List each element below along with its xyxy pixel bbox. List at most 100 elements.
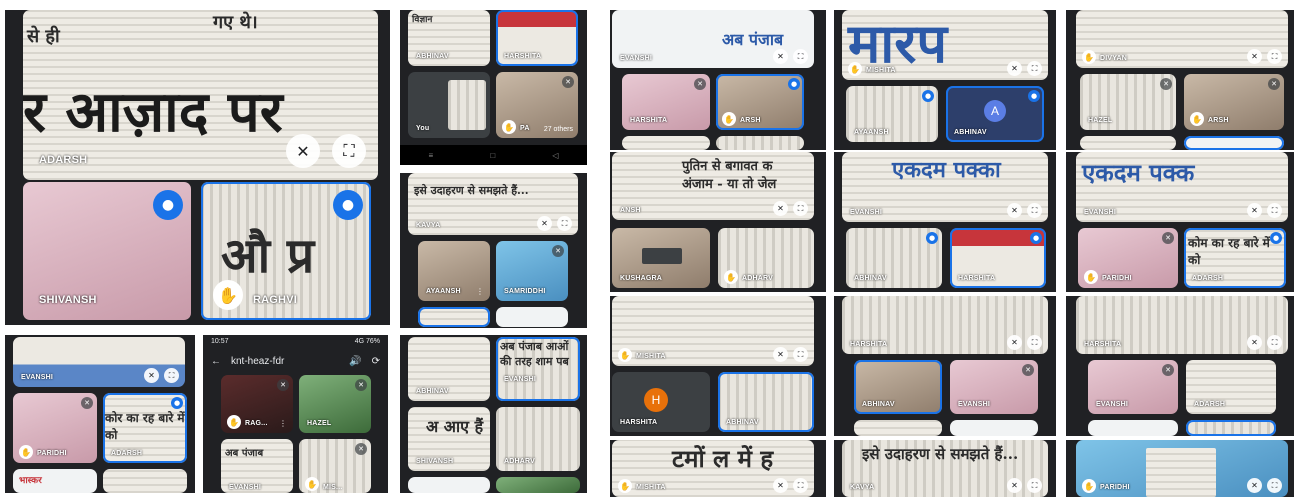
video-tile-partial[interactable]: भास्कर [13,469,97,493]
video-tile-evanshi[interactable]: अब पंजाब EVANSHI [221,439,293,493]
fullscreen-icon[interactable]: ⛶ [164,368,179,383]
video-tile-adarsh[interactable]: गए थे। से ही र आज़ाद पर ADARSH ✕ ⛶ [23,10,378,180]
video-tile-divyan[interactable]: ✋ DIVYAN ✕ ⛶ [1076,10,1288,68]
video-tile-partial[interactable] [1080,136,1176,150]
pin-off-icon[interactable]: ✕ [1007,203,1022,218]
fullscreen-icon[interactable]: ⛶ [1027,478,1042,493]
video-tile-evanshi[interactable]: अब पंजाब EVANSHI ✕ ⛶ [612,10,814,68]
pin-off-icon[interactable]: ✕ [286,134,320,168]
video-tile-mishita[interactable]: टमों ल में ह ✋ MISHITA ✕ ⛶ [612,440,814,497]
pin-off-icon[interactable]: ✕ [1007,478,1022,493]
pin-off-icon[interactable]: ✕ [1247,335,1262,350]
video-tile-evanshi[interactable]: एकदम पक्क EVANSHI ✕ ⛶ [1076,152,1288,222]
pin-off-icon[interactable]: ✕ [773,478,788,493]
fullscreen-icon[interactable]: ⛶ [793,347,808,362]
video-tile-harshita[interactable]: ✕ HARSHITA [622,74,710,130]
fullscreen-icon[interactable]: ⛶ [793,478,808,493]
fullscreen-icon[interactable]: ⛶ [1267,49,1282,64]
video-tile-evanshi[interactable]: एकदम पक्का EVANSHI ✕ ⛶ [842,152,1048,222]
video-tile-abhinav[interactable]: विज्ञान ABHINAV [408,10,490,66]
video-tile-pa[interactable]: ✕ ✋ PA 27 others [496,72,578,138]
video-tile-adarsh[interactable]: ADARSH [1186,360,1276,414]
video-tile-partial[interactable] [496,477,580,493]
video-tile-kushagra[interactable]: KUSHAGRA [612,228,710,288]
video-tile-paridhi[interactable]: ✕ ✋ PARIDHI [1078,228,1178,288]
fullscreen-icon[interactable]: ⛶ [1267,478,1282,493]
video-tile-mis[interactable]: ✕ ✋ MIS... [299,439,371,493]
video-tile-harshita[interactable]: HARSHITA ✕ ⛶ [842,296,1048,354]
video-tile-evanshi[interactable]: अब पंजाब आओं की तरह शाम पब EVANSHI [496,337,580,401]
video-tile-kavya[interactable]: इसे उदाहरण से समझते हैं... KAVYA ✕ ⛶ [408,173,578,235]
pin-off-icon[interactable]: ✕ [1007,61,1022,76]
fullscreen-icon[interactable]: ⛶ [793,201,808,216]
video-tile-arsh[interactable]: ● ✋ ARSH [716,74,804,130]
video-tile-adarsh[interactable]: कोर का रह बारे में को ● ADARSH [103,393,187,463]
pin-off-icon[interactable]: ✕ [144,368,159,383]
video-tile-partial[interactable] [854,420,942,436]
video-tile-adharv[interactable]: ADHARV [496,407,580,471]
fullscreen-icon[interactable]: ⛶ [793,49,808,64]
fullscreen-icon[interactable]: ⛶ [1027,61,1042,76]
fullscreen-icon[interactable]: ⛶ [1027,203,1042,218]
video-tile-paridhi[interactable]: ✋ PARIDHI ✕ ⛶ [1076,440,1288,497]
video-tile-harshita[interactable]: H HARSHITA [612,372,710,432]
video-tile-partial[interactable] [496,307,568,327]
video-tile-paridhi[interactable]: ✕ ✋ PARIDHI [13,393,97,463]
video-tile-you[interactable]: You [408,72,490,138]
back-arrow-icon[interactable]: ← [211,356,221,367]
speaker-icon[interactable]: 🔊 [349,356,361,367]
video-tile-partial[interactable] [418,307,490,327]
video-tile-evanshi[interactable]: ✕ EVANSHI [1088,360,1178,414]
video-tile-harshita[interactable]: HARSHITA ✕ ⛶ [1076,296,1288,354]
others-count[interactable]: 27 others [544,126,573,133]
video-tile-partial[interactable] [1088,420,1178,436]
video-tile-abhinav[interactable]: ● A ABHINAV [946,86,1044,142]
video-tile-partial[interactable] [622,136,710,150]
pin-off-icon[interactable]: ✕ [773,201,788,216]
video-tile-shivansh[interactable]: ● SHIVANSH [23,182,191,320]
pin-off-icon[interactable]: ✕ [537,216,552,231]
fullscreen-icon[interactable]: ⛶ [332,134,366,168]
video-tile-partial[interactable] [1186,420,1276,436]
video-tile-mishita[interactable]: मारप ✋ MISHITA ✕ ⛶ [842,10,1048,80]
fullscreen-icon[interactable]: ⛶ [557,216,572,231]
more-options-icon[interactable]: ⋮ [476,287,484,296]
video-tile-abhinav[interactable]: ABHINAV [718,372,814,432]
video-tile-evanshi[interactable]: ✕ EVANSHI [950,360,1038,414]
home-icon[interactable]: □ [490,151,495,160]
fullscreen-icon[interactable]: ⛶ [1267,335,1282,350]
video-tile-kavya[interactable]: इसे उदाहरण से समझते हैं... KAVYA ✕ ⛶ [842,440,1048,497]
video-tile-shivansh[interactable]: अ आए हैं SHIVANSH [408,407,490,471]
pin-off-icon[interactable]: ✕ [773,347,788,362]
video-tile-partial[interactable] [1184,136,1284,150]
back-icon[interactable]: ◁ [552,151,558,160]
video-tile-raghvi[interactable]: औ प्र ● ✋ RAGHVI [201,182,371,320]
video-tile-harshita[interactable]: HARSHITA [496,10,578,66]
video-tile-abhinav[interactable]: ABHINAV [408,337,490,401]
video-tile-hazel[interactable]: ✕ HAZEL [1080,74,1176,130]
video-tile-ayaansh[interactable]: ● AYAANSH [846,86,938,142]
video-tile-evanshi[interactable]: EVANSHI ✕ ⛶ [13,337,185,387]
recents-icon[interactable]: ≡ [429,151,434,160]
video-tile-rag[interactable]: ✕ ✋ RAG... ⋮ [221,375,293,433]
video-tile-hazel[interactable]: ✕ HAZEL [299,375,371,433]
more-options-icon[interactable]: ⋮ [279,419,287,428]
video-tile-adharv[interactable]: ✋ ADHARV [718,228,814,288]
video-tile-samriddhi[interactable]: ✕ SAMRIDDHI [496,241,568,301]
switch-camera-icon[interactable]: ⟳ [372,356,380,367]
video-tile-abhinav[interactable]: ABHINAV [854,360,942,414]
pin-off-icon[interactable]: ✕ [1247,203,1262,218]
video-tile-adarsh[interactable]: कोम का रह बारे में को ● ADARSH [1184,228,1286,288]
video-tile-ayaansh[interactable]: AYAANSH ⋮ [418,241,490,301]
video-tile-partial[interactable] [408,477,490,493]
video-tile-partial[interactable] [950,420,1038,436]
video-tile-mishita[interactable]: ✋ MISHITA ✕ ⛶ [612,296,814,366]
pin-off-icon[interactable]: ✕ [1247,49,1262,64]
video-tile-harshita[interactable]: ● HARSHITA [950,228,1046,288]
pin-off-icon[interactable]: ✕ [1007,335,1022,350]
video-tile-arsh[interactable]: ✕ ✋ ARSH [1184,74,1284,130]
video-tile-ansh[interactable]: पुतिन से बगावत क अंजाम - या तो जेल ANSH … [612,152,814,220]
video-tile-partial[interactable] [716,136,804,150]
fullscreen-icon[interactable]: ⛶ [1267,203,1282,218]
pin-off-icon[interactable]: ✕ [1247,478,1262,493]
